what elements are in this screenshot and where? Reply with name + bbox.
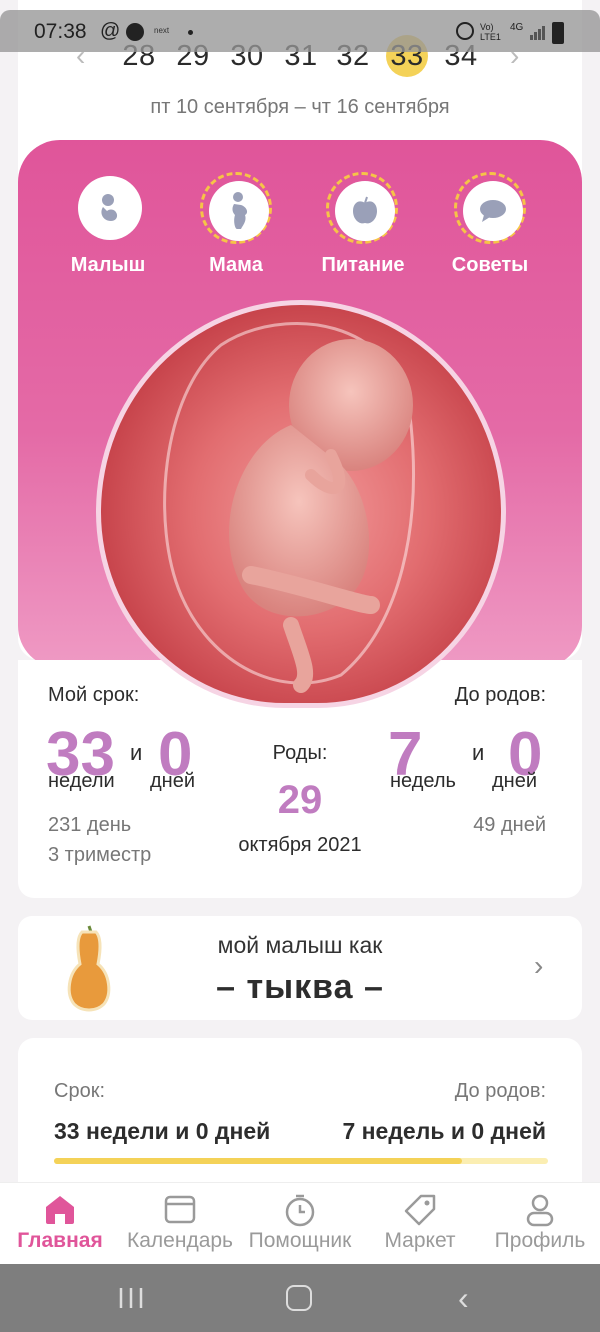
bottom-navigation: Главная Календарь Помощник Маркет Профил… [0,1182,600,1264]
date-range: пт 10 сентября – чт 16 сентября [150,96,450,118]
pregnancy-progress-fill [54,1158,462,1164]
tag-icon [403,1193,437,1232]
notification-icon: next [154,26,170,35]
pregnant-woman-icon [209,181,269,241]
until-total-days: 49 дней [473,814,546,836]
system-navigation-bar: ‹ [0,1264,600,1332]
category-label-baby: Малыш [70,254,146,276]
category-tips-button[interactable] [454,172,526,244]
progress-card: Срок: До родов: 33 недели и 0 дней 7 нед… [18,1038,582,1198]
progress-term-label: Срок: [54,1080,105,1102]
volte-indicator: Vo) LTE1 [480,22,501,42]
until-and: и [472,740,485,765]
calendar-icon [163,1193,197,1230]
account-icon [126,23,144,41]
pregnancy-progress-bar [54,1158,548,1164]
nav-market[interactable]: Маркет [360,1183,480,1265]
until-weeks-unit: недель [390,770,456,792]
home-icon [43,1193,77,1230]
status-bar: 07:38 @ next Vo) LTE1 4G [0,10,600,52]
baby-size-title: мой малыш как [217,932,383,958]
progress-term-value: 33 недели и 0 дней [54,1118,271,1144]
category-label-mom: Мама [209,254,263,276]
nav-home[interactable]: Главная [0,1183,120,1265]
progress-left-value: 7 недель и 0 дней [342,1118,546,1144]
home-system-icon[interactable] [286,1285,312,1311]
status-time: 07:38 [34,20,87,43]
my-term-label: Мой срок: [48,684,140,706]
progress-left-label: До родов: [454,1080,546,1102]
user-icon [523,1193,557,1232]
nav-helper[interactable]: Помощник [240,1183,360,1265]
back-system-icon[interactable]: ‹ [458,1280,469,1317]
category-nutrition-button[interactable] [326,172,398,244]
category-baby-button[interactable] [74,172,146,244]
stopwatch-icon [283,1193,317,1232]
signal-icon [530,24,546,45]
fetus-illustration [96,300,506,708]
dot-icon [188,30,193,35]
speech-bubble-icon [463,181,523,241]
category-mom-button[interactable] [200,172,272,244]
baby-size-card[interactable]: мой малыш как – тыква – › [18,916,582,1020]
nav-calendar[interactable]: Календарь [120,1183,240,1265]
network-type: 4G [510,22,524,33]
birth-month-year: октября 2021 [238,834,362,856]
nav-profile[interactable]: Профиль [480,1183,600,1265]
alarm-icon [456,22,474,40]
battery-icon [552,22,564,44]
recent-apps-icon[interactable] [118,1286,144,1315]
category-label-nutrition: Питание [321,254,405,276]
at-icon: @ [100,20,121,42]
baby-size-fruit: – тыква – [216,968,384,1006]
chevron-right-icon: › [534,950,544,981]
until-days-unit: дней [492,770,538,792]
category-label-tips: Советы [451,254,529,276]
apple-icon [335,181,395,241]
fetus-icon [78,176,142,240]
until-birth-label: До родов: [454,684,546,706]
